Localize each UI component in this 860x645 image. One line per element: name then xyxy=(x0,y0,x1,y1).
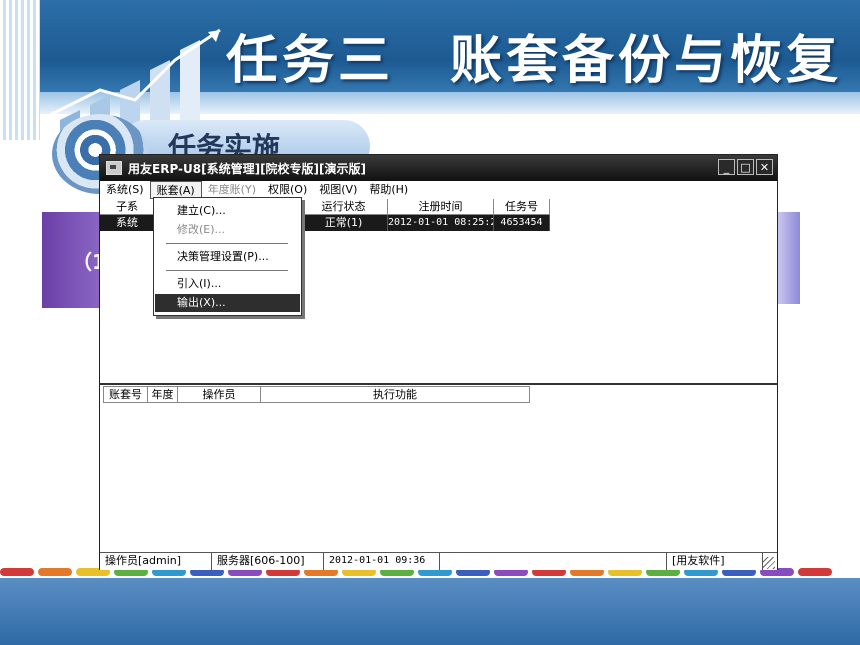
status-bar: 操作员[admin] 服务器[606-100] 2012-01-01 09:36… xyxy=(100,552,777,570)
maximize-button[interactable]: □ xyxy=(737,159,754,175)
window-title: 用友ERP-U8[系统管理][院校专版][演示版] xyxy=(128,161,367,176)
col-header-run-status[interactable]: 运行状态 xyxy=(300,199,388,215)
color-dot xyxy=(0,568,34,576)
title-bar[interactable]: 用友ERP-U8[系统管理][院校专版][演示版] _ □ ✕ xyxy=(100,155,777,181)
close-button[interactable]: ✕ xyxy=(756,159,773,175)
cell-subsystem: 系统 xyxy=(100,215,155,231)
window-controls: _ □ ✕ xyxy=(718,159,773,175)
menu-separator xyxy=(166,243,288,244)
cell-run-status: 正常(1) xyxy=(300,215,388,231)
status-operator: 操作员[admin] xyxy=(100,553,212,570)
color-dot xyxy=(798,568,832,576)
app-icon[interactable] xyxy=(106,161,122,175)
pane-splitter[interactable] xyxy=(100,383,777,385)
left-stripe-decoration xyxy=(0,0,40,140)
status-empty xyxy=(440,553,667,570)
menu-item-import[interactable]: 引入(I)... xyxy=(155,275,300,293)
operation-log-table-header: 账套号 年度 操作员 执行功能 xyxy=(103,386,530,403)
status-server: 服务器[606-100] xyxy=(212,553,324,570)
slide-title: 任务三 账套备份与恢复 xyxy=(226,30,843,91)
menu-system[interactable]: 系统(S) xyxy=(100,181,150,199)
color-dot xyxy=(38,568,72,576)
col-header-year[interactable]: 年度 xyxy=(147,386,178,403)
size-grip-icon[interactable] xyxy=(763,557,775,569)
cell-login-time: 2012-01-01 08:25:29 xyxy=(388,215,494,231)
col-header-subsystem[interactable]: 子系 xyxy=(100,199,155,215)
menu-view[interactable]: 视图(V) xyxy=(313,181,363,199)
menu-help[interactable]: 帮助(H) xyxy=(363,181,414,199)
col-header-login-time[interactable]: 注册时间 xyxy=(388,199,494,215)
menu-item-create[interactable]: 建立(C)... xyxy=(155,202,300,220)
account-set-dropdown: 建立(C)... 修改(E)... 决策管理设置(P)... 引入(I)... … xyxy=(153,197,302,316)
status-brand: [用友软件] xyxy=(667,553,763,570)
col-header-task-id[interactable]: 任务号 xyxy=(494,199,550,215)
right-purple-panel xyxy=(778,212,800,304)
slide-footer-band xyxy=(0,578,860,645)
menu-item-decision-settings[interactable]: 决策管理设置(P)... xyxy=(155,248,300,266)
minimize-button[interactable]: _ xyxy=(718,159,735,175)
menu-item-export[interactable]: 输出(X)... xyxy=(155,294,300,312)
menu-separator xyxy=(166,270,288,271)
col-header-operator[interactable]: 操作员 xyxy=(177,386,261,403)
col-header-function[interactable]: 执行功能 xyxy=(260,386,530,403)
cell-task-id: 4653454 xyxy=(494,215,550,231)
menu-item-modify[interactable]: 修改(E)... xyxy=(155,221,300,239)
col-header-account-no[interactable]: 账套号 xyxy=(103,386,148,403)
status-datetime: 2012-01-01 09:36 xyxy=(324,553,440,570)
